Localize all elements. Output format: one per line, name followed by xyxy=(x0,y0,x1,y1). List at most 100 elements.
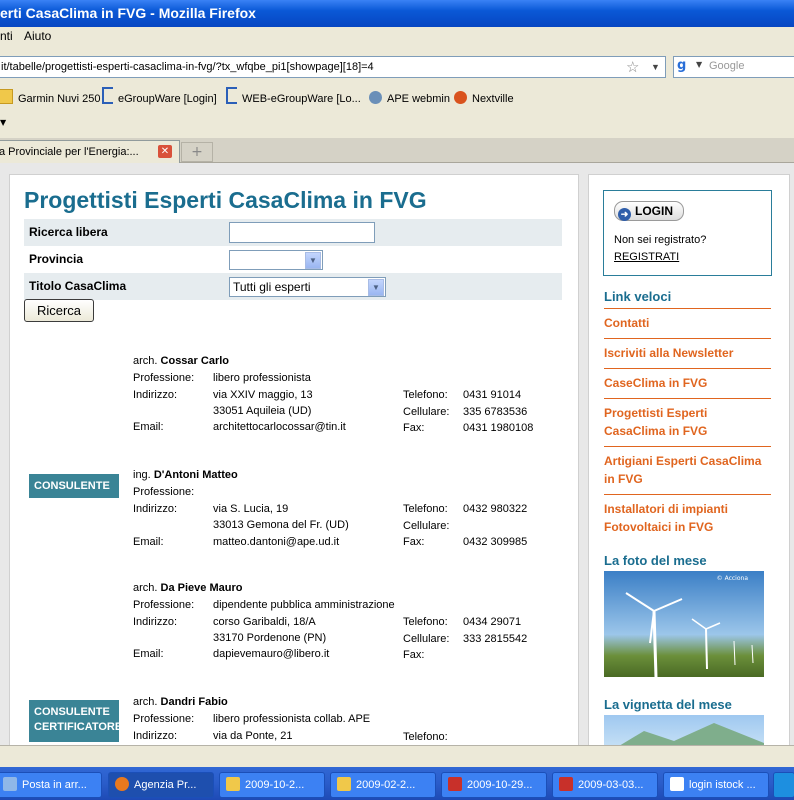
tab-label: a Provinciale per l'Energia:... xyxy=(0,146,139,158)
bookmark-ape-webmin[interactable]: APE webmin xyxy=(369,86,450,112)
sun-icon xyxy=(454,91,467,104)
bookmark-label: Nextville xyxy=(472,93,514,105)
navigation-bar: it/tabelle/progettisti-esperti-casaclima… xyxy=(0,46,794,86)
task-firefox[interactable]: Agenzia Pr... xyxy=(108,772,214,798)
firefox-icon xyxy=(115,777,129,791)
cartoon-of-month[interactable] xyxy=(604,715,764,745)
bookmark-egroupware-login[interactable]: eGroupWare [Login] xyxy=(102,86,217,112)
sidebar: ➜ LOGIN Non sei registrato? REGISTRATI Li… xyxy=(588,174,790,745)
task-pdf-2[interactable]: 2009-03-03... xyxy=(552,772,658,798)
toolbar-row: ▼ xyxy=(0,112,794,138)
link-installatori[interactable]: Installatori di impianti Fotovoltaici in… xyxy=(604,500,771,536)
ricerca-input[interactable] xyxy=(229,222,375,243)
provincia-select[interactable]: ▼ xyxy=(229,250,323,270)
window-title: erti CasaClima in FVG - Mozilla Firefox xyxy=(0,5,256,21)
status-bar xyxy=(0,745,794,768)
expert-title: arch. xyxy=(133,582,158,594)
page-title: Progettisti Esperti CasaClima in FVG xyxy=(24,187,427,213)
link-contatti[interactable]: Contatti xyxy=(604,314,771,332)
mountains-image xyxy=(620,723,764,745)
task-posta[interactable]: Posta in arr... xyxy=(0,772,102,798)
bookmarks-toolbar: Garmin Nuvi 250 eGroupWare [Login] WEB-e… xyxy=(0,86,794,112)
task-folder-1[interactable]: 2009-10-2... xyxy=(219,772,325,798)
link-newsletter[interactable]: Iscriviti alla Newsletter xyxy=(604,344,771,362)
titolo-select-value: Tutti gli esperti xyxy=(233,280,311,294)
bookmark-star-icon[interactable]: ☆ xyxy=(626,58,639,78)
bookmark-garmin[interactable]: Garmin Nuvi 250 xyxy=(0,86,101,112)
expert-entry: arch. Cossar Carlo Professione: libero p… xyxy=(10,355,578,455)
bookmark-nextville[interactable]: Nextville xyxy=(454,86,514,112)
search-engine-dropdown-icon[interactable]: ▼ xyxy=(696,60,702,69)
consulente-certificatore-badge: CONSULENTE CERTIFICATORE xyxy=(29,700,122,742)
expert-entry: arch. Da Pieve Mauro Professione: dipend… xyxy=(10,582,578,682)
indirizzo-line2: 33170 Pordenone (PN) xyxy=(213,632,327,644)
toolbar-overflow-icon[interactable]: ▼ xyxy=(0,118,6,127)
indirizzo-line1: via S. Lucia, 19 xyxy=(213,503,289,515)
expert-entry: CONSULENTE CERTIFICATORE arch. Dandri Fa… xyxy=(10,696,578,745)
tab-agenzia[interactable]: a Provinciale per l'Energia:... ✕ xyxy=(0,140,180,163)
expert-surname: Cossar Carlo xyxy=(160,355,230,367)
chevron-down-icon: ▼ xyxy=(368,279,384,296)
arrow-right-icon: ➜ xyxy=(618,208,631,221)
ricerca-button[interactable]: Ricerca xyxy=(24,299,94,322)
expert-surname: Da Pieve Mauro xyxy=(160,582,243,594)
pdf-icon xyxy=(448,777,462,791)
photo-of-month[interactable]: © Acciona xyxy=(604,571,764,677)
tab-strip: a Provinciale per l'Energia:... ✕ + xyxy=(0,138,794,163)
provincia-label: Provincia xyxy=(29,252,84,266)
form-row-provincia: Provincia ▼ xyxy=(24,246,562,273)
task-pdf-1[interactable]: 2009-10-29... xyxy=(441,772,547,798)
email-value[interactable]: dapievemauro@libero.it xyxy=(213,648,329,660)
titolo-select[interactable]: Tutti gli esperti ▼ xyxy=(229,277,386,297)
professione-value: libero professionista collab. APE xyxy=(213,713,371,725)
telefono-label: Telefono: xyxy=(403,731,448,743)
chevron-down-icon: ▼ xyxy=(305,252,321,269)
cellulare-value: 335 6783536 xyxy=(463,406,528,418)
bookmark-label: WEB-eGroupWare [Lo... xyxy=(242,93,361,105)
email-value[interactable]: matteo.dantoni@ape.ud.it xyxy=(213,536,339,548)
pdf-icon xyxy=(559,777,573,791)
egroupware-icon xyxy=(102,87,113,104)
page-content: Progettisti Esperti CasaClima in FVG Ric… xyxy=(0,163,794,745)
bookmark-label: APE webmin xyxy=(387,93,450,105)
professione-label: Professione: xyxy=(133,486,195,498)
task-istock[interactable]: login istock ... xyxy=(663,772,769,798)
egroupware-icon xyxy=(226,87,237,104)
divider xyxy=(604,308,771,309)
link-artigiani[interactable]: Artigiani Esperti CasaClima in FVG xyxy=(604,452,771,488)
new-tab-button[interactable]: + xyxy=(181,142,213,162)
task-label: 2009-10-29... xyxy=(467,779,533,791)
menu-item-strumenti[interactable]: nti xyxy=(0,27,13,46)
login-button[interactable]: ➜ LOGIN xyxy=(614,201,684,221)
cellulare-label: Cellulare: xyxy=(403,520,450,532)
close-tab-icon[interactable]: ✕ xyxy=(158,145,172,158)
telefono-label: Telefono: xyxy=(403,503,448,515)
link-progettisti[interactable]: Progettisti Esperti CasaClima in FVG xyxy=(604,404,771,440)
login-label: LOGIN xyxy=(635,204,673,218)
telefono-label: Telefono: xyxy=(403,389,448,401)
url-bar[interactable]: it/tabelle/progettisti-esperti-casaclima… xyxy=(0,56,666,78)
folder-icon xyxy=(337,777,351,791)
tray-area xyxy=(773,772,794,798)
folder-icon xyxy=(226,777,240,791)
professione-label: Professione: xyxy=(133,372,195,384)
foto-heading: La foto del mese xyxy=(604,553,707,568)
main-panel: Progettisti Esperti CasaClima in FVG Ric… xyxy=(9,174,579,745)
expert-entry: CONSULENTE ing. D'Antoni Matteo Professi… xyxy=(10,469,578,569)
indirizzo-line2: 33051 Aquileia (UD) xyxy=(213,405,312,417)
register-link[interactable]: REGISTRATI xyxy=(614,251,679,263)
professione-value: libero professionista xyxy=(213,372,311,384)
task-folder-2[interactable]: 2009-02-2... xyxy=(330,772,436,798)
bookmark-web-egroupware[interactable]: WEB-eGroupWare [Lo... xyxy=(226,86,361,112)
cellulare-label: Cellulare: xyxy=(403,406,450,418)
vignetta-heading: La vignetta del mese xyxy=(604,697,732,712)
task-label: 2009-03-03... xyxy=(578,779,644,791)
google-icon[interactable]: g xyxy=(677,58,695,76)
expert-title: arch. xyxy=(133,355,158,367)
url-dropdown-icon[interactable]: ▼ xyxy=(651,57,660,77)
menu-item-aiuto[interactable]: Aiuto xyxy=(24,27,51,46)
indirizzo-label: Indirizzo: xyxy=(133,389,178,401)
search-box[interactable]: g ▼ Google xyxy=(673,56,794,78)
link-caseclima[interactable]: CaseClima in FVG xyxy=(604,374,771,392)
email-value[interactable]: architettocarlocossar@tin.it xyxy=(213,421,346,433)
